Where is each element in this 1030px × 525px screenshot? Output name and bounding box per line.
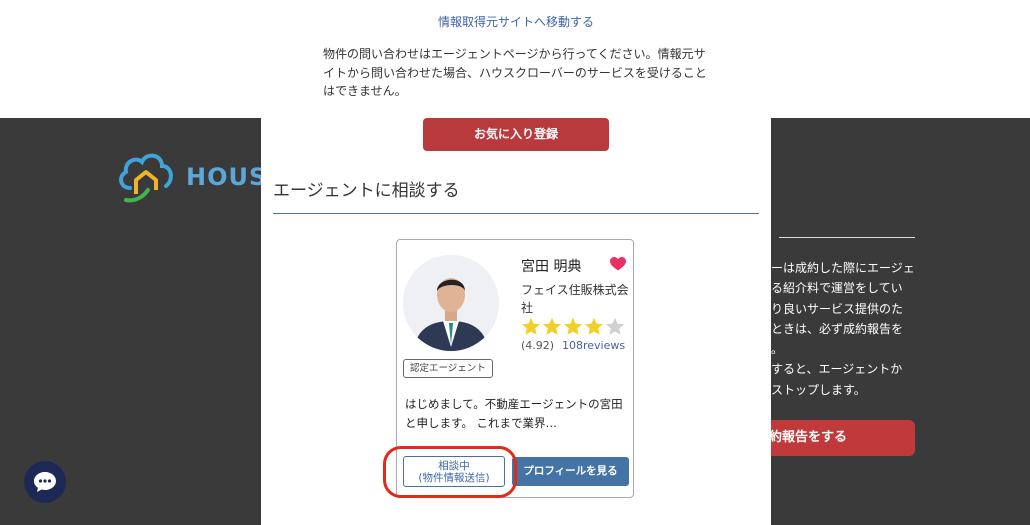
rating-value: (4.92)	[521, 339, 555, 352]
highlight-annotation	[383, 446, 517, 498]
heart-icon[interactable]	[610, 257, 626, 271]
property-modal: 情報取得元サイトへ移動する 物件の問い合わせはエージェントページから行ってくださ…	[261, 0, 771, 525]
star-filled-icon	[564, 317, 582, 335]
footer-divider	[779, 237, 915, 238]
cloud-house-logo-icon	[119, 153, 173, 203]
agent-name[interactable]: 宮田 明典	[521, 256, 581, 276]
section-divider	[273, 213, 759, 214]
section-title: エージェントに相談する	[273, 181, 460, 201]
certified-agent-badge: 認定エージェント	[403, 359, 493, 378]
site-logo[interactable]: HOUS	[116, 150, 267, 204]
star-filled-icon	[585, 317, 603, 335]
star-filled-icon	[543, 317, 561, 335]
chat-bubble-icon	[34, 472, 56, 492]
agent-avatar[interactable]	[403, 255, 499, 351]
logo-text: HOUS	[186, 163, 268, 191]
star-empty-icon	[606, 317, 624, 335]
star-rating	[521, 317, 625, 336]
view-profile-button[interactable]: プロフィールを見る	[512, 457, 629, 486]
report-contract-button[interactable]: 約報告をする	[769, 420, 915, 456]
agent-company: フェイス住販株式会社	[521, 283, 629, 315]
chat-button[interactable]	[24, 461, 66, 503]
footer-notice-text: ーは成約した際にエージェ る紹介料で運営をしてい り良いサービス提供のた ときは…	[771, 261, 915, 397]
reviews-link[interactable]: 108reviews	[562, 339, 625, 352]
source-site-link[interactable]: 情報取得元サイトへ移動する	[261, 13, 771, 30]
agent-intro: はじめまして。不動産エージェントの宮田と申します。 これまで業界…	[405, 397, 623, 430]
inquiry-notice: 物件の問い合わせはエージェントページから行ってください。情報元サイトから問い合わ…	[323, 47, 707, 98]
add-favorite-button[interactable]: お気に入り登録	[423, 118, 609, 151]
star-filled-icon	[522, 317, 540, 335]
agent-photo-icon	[403, 255, 499, 351]
